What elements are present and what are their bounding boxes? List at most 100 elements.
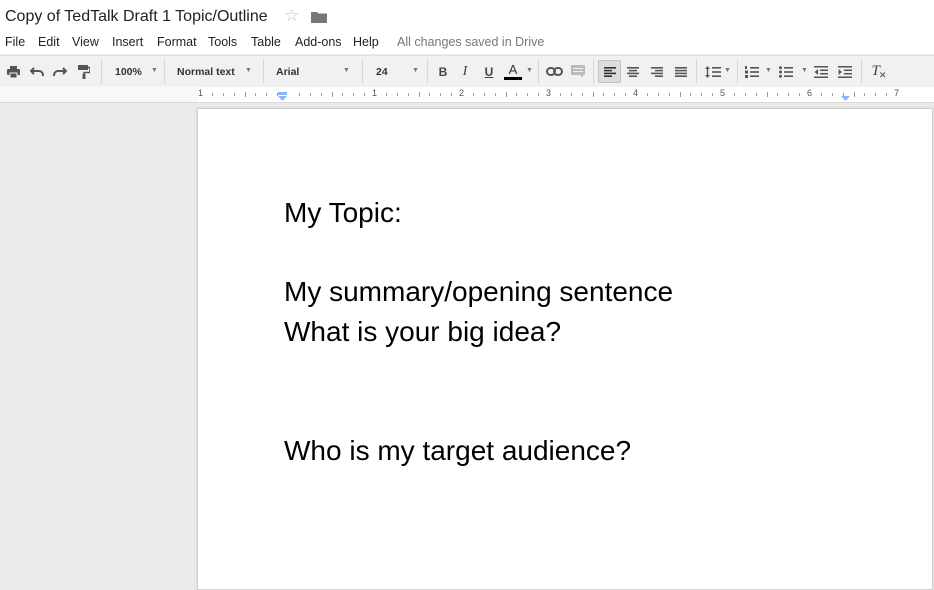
align-right-icon[interactable] — [648, 60, 666, 83]
clear-formatting-x-icon: ✕ — [878, 70, 887, 80]
align-left-icon[interactable] — [598, 60, 621, 83]
ruler-tick — [734, 93, 735, 96]
decrease-indent-icon[interactable] — [812, 60, 830, 83]
document-line-summary[interactable]: My summary/opening sentence — [284, 276, 673, 308]
chevron-down-icon: ▼ — [724, 67, 731, 74]
ruler-tick — [527, 93, 528, 96]
ruler-tick — [799, 93, 800, 96]
ruler-tick — [473, 93, 474, 96]
ruler-tick — [701, 93, 702, 96]
italic-button[interactable]: I — [456, 60, 474, 83]
ruler-number: 3 — [546, 88, 552, 98]
document-title[interactable]: Copy of TedTalk Draft 1 Topic/Outline — [5, 8, 268, 26]
toolbar-separator — [427, 59, 428, 84]
ruler-tick — [212, 93, 213, 96]
ruler-tick — [342, 93, 343, 96]
ruler-tick — [310, 93, 311, 96]
menu-tools[interactable]: Tools — [208, 35, 237, 49]
menu-help[interactable]: Help — [353, 35, 379, 49]
redo-icon[interactable] — [51, 60, 69, 83]
right-indent-marker[interactable] — [841, 89, 850, 101]
menu-file[interactable]: File — [5, 35, 25, 49]
menu-format[interactable]: Format — [157, 35, 197, 49]
paint-format-icon[interactable] — [75, 60, 93, 83]
font-size-select[interactable]: 24 — [376, 66, 388, 78]
style-select[interactable]: Normal text — [177, 66, 235, 78]
link-icon[interactable] — [544, 60, 564, 83]
ruler-tick — [777, 93, 778, 96]
toolbar-separator — [362, 59, 363, 84]
ruler-tick — [397, 93, 398, 96]
ruler-number: 2 — [459, 88, 465, 98]
ruler-tick — [321, 93, 322, 96]
document-line-big-idea[interactable]: What is your big idea? — [284, 316, 561, 348]
chevron-down-icon: ▼ — [343, 67, 350, 74]
toolbar-separator — [861, 59, 862, 84]
ruler-tick — [582, 93, 583, 96]
toolbar: 100% ▼ Normal text ▼ Arial ▼ 24 ▼ B I U … — [0, 55, 934, 88]
ruler-tick — [516, 93, 517, 96]
toolbar-separator — [696, 59, 697, 84]
bold-button[interactable]: B — [434, 60, 452, 83]
toolbar-separator — [737, 59, 738, 84]
ruler-tick — [886, 93, 887, 96]
ruler-number: 6 — [807, 88, 813, 98]
ruler-tick — [658, 93, 659, 96]
toolbar-separator — [101, 59, 102, 84]
ruler-tick — [647, 93, 648, 96]
ruler-tick — [767, 92, 768, 97]
comment-icon[interactable] — [569, 60, 587, 83]
ruler-tick — [255, 93, 256, 96]
ruler-tick — [386, 93, 387, 96]
ruler-number: 7 — [894, 88, 900, 98]
ruler-tick — [756, 93, 757, 96]
document-page[interactable]: My Topic: My summary/opening sentence Wh… — [197, 108, 933, 590]
ruler-tick — [451, 93, 452, 96]
font-select[interactable]: Arial — [276, 66, 299, 78]
ruler-tick — [603, 93, 604, 96]
ruler[interactable]: 1 1 2 3 4 5 6 7 — [0, 87, 934, 103]
menu-table[interactable]: Table — [251, 35, 281, 49]
menu-bar: File Edit View Insert Format Tools Table… — [0, 32, 934, 54]
toolbar-separator — [538, 59, 539, 84]
toolbar-separator — [263, 59, 264, 84]
zoom-select[interactable]: 100% — [115, 66, 142, 78]
ruler-tick — [745, 93, 746, 96]
star-icon[interactable]: ☆ — [284, 7, 299, 25]
chevron-down-icon: ▼ — [151, 67, 158, 74]
align-center-icon[interactable] — [624, 60, 642, 83]
document-line-audience[interactable]: Who is my target audience? — [284, 435, 631, 467]
line-spacing-icon[interactable] — [703, 60, 723, 83]
chevron-down-icon: ▼ — [801, 67, 808, 74]
ruler-tick — [245, 92, 246, 97]
ruler-tick — [560, 93, 561, 96]
bulleted-list-icon[interactable] — [777, 60, 795, 83]
ruler-tick — [234, 93, 235, 96]
increase-indent-icon[interactable] — [836, 60, 854, 83]
left-indent-marker[interactable] — [278, 89, 287, 101]
text-color-letter: A — [508, 62, 518, 77]
ruler-tick — [875, 93, 876, 96]
undo-icon[interactable] — [28, 60, 46, 83]
menu-insert[interactable]: Insert — [112, 35, 143, 49]
print-icon[interactable] — [4, 60, 22, 83]
ruler-tick — [495, 93, 496, 96]
ruler-tick — [593, 92, 594, 97]
ruler-tick — [821, 93, 822, 96]
folder-icon[interactable] — [311, 11, 327, 23]
ruler-tick — [832, 93, 833, 96]
ruler-number: 4 — [633, 88, 639, 98]
chevron-down-icon: ▼ — [412, 67, 419, 74]
document-line-topic[interactable]: My Topic: — [284, 197, 402, 229]
clear-formatting-button[interactable]: T ✕ — [869, 60, 889, 83]
align-justify-icon[interactable] — [672, 60, 690, 83]
ruler-tick — [299, 93, 300, 96]
menu-view[interactable]: View — [72, 35, 99, 49]
text-color-button[interactable]: A — [503, 60, 523, 83]
menu-add-ons[interactable]: Add-ons — [295, 35, 342, 49]
ruler-tick — [429, 93, 430, 96]
menu-edit[interactable]: Edit — [38, 35, 60, 49]
numbered-list-icon[interactable] — [743, 60, 761, 83]
toolbar-separator — [593, 59, 594, 84]
underline-button[interactable]: U — [480, 60, 498, 83]
